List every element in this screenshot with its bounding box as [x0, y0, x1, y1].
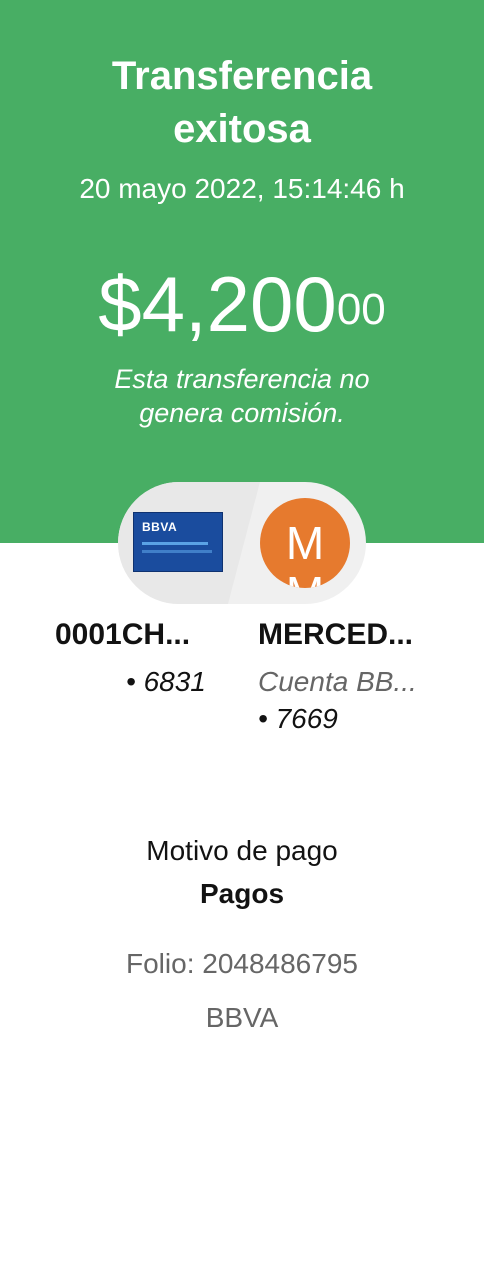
title-line-1: Transferencia — [111, 54, 373, 98]
transfer-datetime: 20 mayo 2022, 15:14:46 h — [79, 173, 405, 204]
card-stripe — [142, 542, 208, 545]
note-line-2: genera comisión. — [139, 398, 345, 428]
bank-logo: BBVA — [142, 520, 178, 534]
success-header: Transferencia exitosa 20 mayo 2022, 15:1… — [0, 0, 484, 543]
bank-name: BBVA — [205, 1002, 279, 1033]
bank-card-icon: BBVA — [133, 512, 223, 572]
destination-account-name: MERCED... — [258, 618, 414, 651]
payment-reason-value: Pagos — [199, 878, 285, 909]
destination-account-number: • 7669 — [258, 703, 338, 734]
payment-reason-label: Motivo de pago — [146, 835, 338, 866]
transfer-parties-pill: BBVA M M — [118, 482, 366, 604]
amount-main: $4,200 — [98, 260, 337, 348]
folio-number: Folio: 2048486795 — [126, 948, 358, 979]
avatar-letter: M — [285, 517, 325, 569]
amount-cents: 00 — [336, 285, 386, 334]
transfer-amount: $4,20000 — [0, 258, 484, 350]
note-line-1: Esta transferencia no — [114, 364, 370, 394]
title-line-2: exitosa — [173, 107, 311, 151]
commission-note: Esta transferencia no genera comisión. — [0, 362, 484, 430]
card-stripe — [142, 550, 212, 553]
origin-account-name: 0001CH... — [55, 618, 191, 651]
avatar: M M — [260, 498, 350, 588]
destination-account-type: Cuenta BB... — [258, 666, 417, 697]
avatar-letter: M — [260, 570, 350, 588]
origin-account-number: • 6831 — [126, 666, 206, 697]
page-title: Transferencia exitosa — [0, 50, 484, 156]
